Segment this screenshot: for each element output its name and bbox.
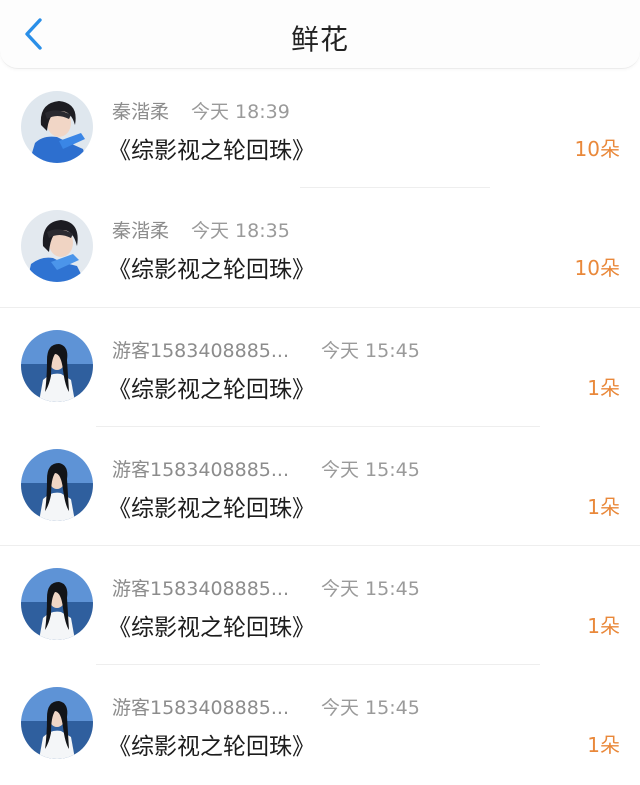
user-name: 游客1583408885... (112, 339, 290, 362)
list-item[interactable]: 秦湝柔 今天 18:35 《综影视之轮回珠》 10朵 (0, 188, 640, 308)
user-name: 秦湝柔 (112, 220, 170, 243)
timestamp: 今天 15:45 (321, 578, 420, 601)
user-name: 游客1583408885... (112, 697, 290, 720)
user-name: 游客1583408885... (112, 578, 290, 601)
book-title[interactable]: 《综影视之轮回珠》 (108, 131, 315, 165)
list-item[interactable]: 游客1583408885... 今天 15:45 《综影视之轮回珠》 1朵 (0, 546, 640, 666)
list-item[interactable]: 游客1583408885... 今天 15:45 《综影视之轮回珠》 1朵 (0, 665, 640, 784)
book-title[interactable]: 《综影视之轮回珠》 (108, 250, 315, 284)
flower-count: 1朵 (587, 614, 620, 639)
flower-record-list: 秦湝柔 今天 18:39 《综影视之轮回珠》 10朵 秦湝柔 今天 18:35 … (0, 69, 640, 785)
timestamp: 今天 18:39 (191, 101, 290, 123)
avatar[interactable] (21, 91, 93, 163)
avatar[interactable] (21, 329, 93, 402)
book-title[interactable]: 《综影视之轮回珠》 (108, 489, 315, 523)
list-item[interactable]: 秦湝柔 今天 18:39 《综影视之轮回珠》 10朵 (0, 69, 640, 189)
list-item[interactable]: 游客1583408885... 今天 15:45 《综影视之轮回珠》 1朵 (0, 427, 640, 547)
avatar[interactable] (21, 210, 93, 283)
book-title[interactable]: 《综影视之轮回珠》 (108, 727, 315, 761)
timestamp: 今天 18:35 (191, 220, 290, 243)
avatar[interactable] (21, 448, 93, 521)
flower-count: 10朵 (574, 256, 620, 281)
avatar[interactable] (21, 687, 93, 760)
flower-count: 1朵 (587, 733, 620, 758)
user-name: 秦湝柔 (112, 101, 170, 123)
book-title[interactable]: 《综影视之轮回珠》 (108, 370, 315, 404)
book-title[interactable]: 《综影视之轮回珠》 (108, 608, 315, 642)
user-name: 游客1583408885... (112, 458, 290, 481)
top-bar: 鲜花 (0, 0, 640, 69)
flower-count: 1朵 (587, 494, 620, 519)
timestamp: 今天 15:45 (321, 697, 420, 720)
timestamp: 今天 15:45 (321, 458, 420, 481)
list-item[interactable]: 游客1583408885... 今天 15:45 《综影视之轮回珠》 1朵 (0, 308, 640, 427)
page-title: 鲜花 (290, 23, 349, 56)
timestamp: 今天 15:45 (321, 339, 420, 362)
flower-count: 1朵 (587, 375, 620, 400)
avatar[interactable] (21, 568, 93, 641)
flower-count: 10朵 (574, 137, 620, 161)
